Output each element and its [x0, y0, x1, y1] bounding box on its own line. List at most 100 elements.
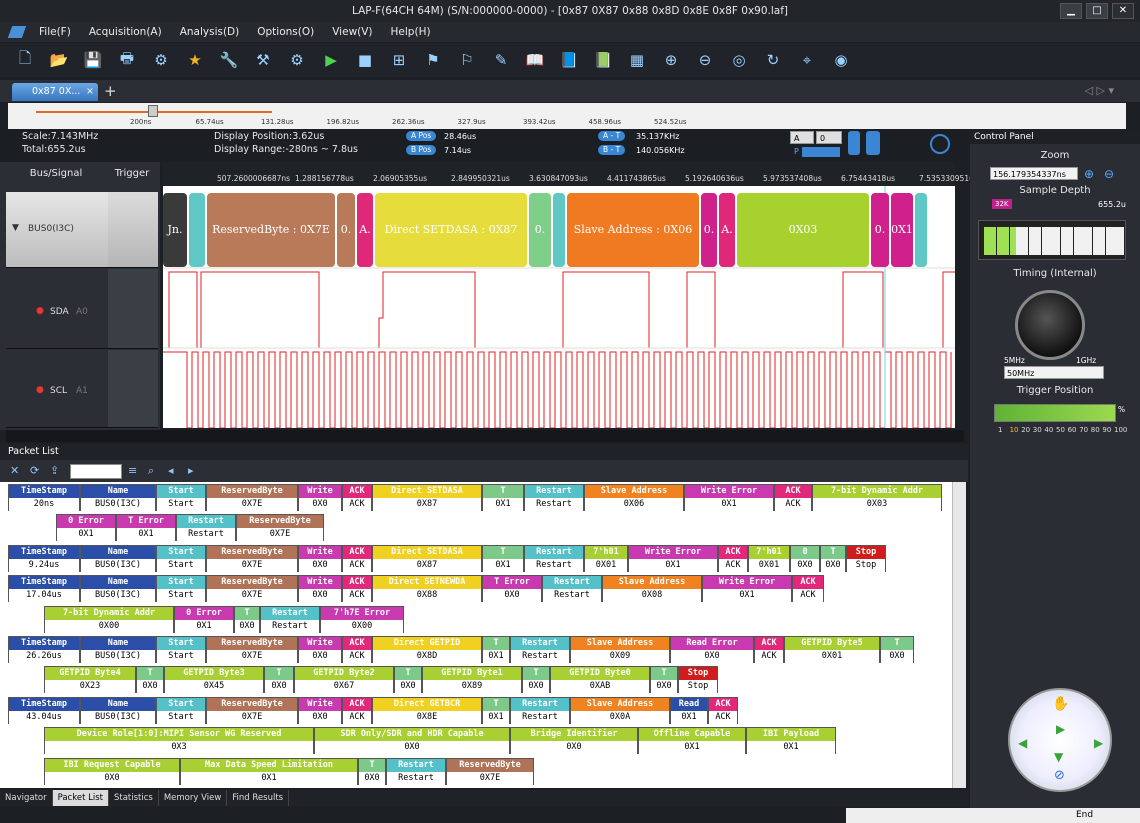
packet-cell[interactable]: Name BUS0(I3C) — [80, 696, 156, 724]
refresh-icon[interactable]: ↻ — [760, 47, 786, 73]
packet-cell[interactable]: T Error 0X0 — [482, 575, 542, 603]
packet-cell[interactable]: IBI Payload 0X1 — [746, 727, 836, 755]
packet-cell[interactable]: Restart Restart — [176, 514, 236, 542]
open-folder-icon[interactable]: 📂 — [46, 47, 72, 73]
packet-cell[interactable]: Restart Restart — [524, 544, 584, 572]
packet-cell[interactable]: 0 Error 0X1 — [174, 605, 234, 633]
decoded-segment[interactable]: 0X1 — [891, 193, 913, 267]
packet-cell[interactable]: 0 0X0 — [790, 544, 820, 572]
save-icon[interactable]: 💾 — [80, 47, 106, 73]
packet-cell[interactable]: Start Start — [156, 484, 206, 511]
packet-cell[interactable]: Bridge Identifier 0X0 — [510, 727, 638, 755]
packet-cell[interactable]: T 0X0 — [650, 666, 678, 694]
rate-knob[interactable] — [1015, 290, 1085, 360]
trigger-position-slider[interactable] — [994, 404, 1116, 422]
packet-cell[interactable]: Device Role[1:0]:MIPI Sensor WG Reserved… — [44, 727, 314, 755]
depth-marker[interactable]: 32K — [992, 199, 1012, 209]
stop-nav-icon[interactable]: ⊘ — [1054, 768, 1065, 783]
packet-cell[interactable]: Restart Restart — [542, 575, 602, 603]
packet-cell[interactable]: T Error 0X1 — [116, 514, 176, 542]
packet-cell[interactable]: GETPID Byte4 0X23 — [44, 666, 136, 694]
find-icon[interactable]: ⌕ — [148, 464, 162, 478]
packet-cell[interactable]: ACK ACK — [708, 696, 738, 724]
zoom-fit-icon[interactable]: ◎ — [726, 47, 752, 73]
zoom-in-icon[interactable]: ⊕ — [1084, 167, 1094, 181]
run-icon[interactable]: ▶ — [318, 47, 344, 73]
cursor-select[interactable]: A — [790, 131, 814, 144]
book-mark-icon[interactable]: 📘 — [556, 47, 582, 73]
sort-icon[interactable]: ≡ — [128, 464, 142, 478]
sda-trigger[interactable] — [108, 269, 158, 349]
zoom-in-icon[interactable]: ⊕ — [658, 47, 684, 73]
packet-cell[interactable]: ReservedByte 0X7E — [206, 575, 298, 603]
packet-cell[interactable]: Name BUS0(I3C) — [80, 544, 156, 572]
menu-help[interactable]: Help(H) — [382, 26, 440, 38]
packet-cell[interactable]: GETPID Byte1 0X89 — [422, 666, 522, 694]
ring-icon[interactable]: ◉ — [828, 47, 854, 73]
scl-trigger[interactable] — [108, 350, 158, 428]
packet-cell[interactable]: 7-bit Dynamic Addr 0X00 — [44, 605, 174, 633]
tab-find-results[interactable]: Find Results — [227, 790, 290, 806]
packet-cell[interactable]: 0 Error 0X1 — [56, 514, 116, 542]
packet-cell[interactable]: ACK ACK — [342, 484, 372, 511]
packet-cell[interactable]: T 0X0 — [820, 544, 846, 572]
packet-cell[interactable]: 7'h01 0X01 — [748, 544, 790, 572]
sample-depth-meter[interactable] — [978, 220, 1126, 260]
packet-cell[interactable]: GETPID Byte3 0X45 — [164, 666, 264, 694]
navigation-wheel[interactable]: ✋ ▶ ◀ ▶ ▼ ⊘ — [1008, 688, 1112, 792]
tab-navigator[interactable]: Navigator — [0, 790, 53, 806]
zoom-out-icon[interactable]: ⊖ — [1104, 167, 1114, 181]
packet-cell[interactable]: Write 0X0 — [298, 575, 342, 603]
export-icon[interactable]: ⇪ — [50, 464, 64, 478]
packet-cell[interactable]: Stop Stop — [846, 544, 886, 572]
packet-cell[interactable]: 7'h7E Error 0X00 — [320, 605, 404, 633]
packet-cell[interactable]: Restart Restart — [386, 757, 446, 785]
packet-cell[interactable]: GETPID Byte0 0XAB — [550, 666, 650, 694]
sda-row[interactable]: ● SDA A0 — [6, 269, 108, 349]
expand-icon[interactable]: ▼ — [12, 223, 19, 233]
overview-ruler[interactable]: 200ns 65.74us 131.28us 196.82us 262.36us 327.… — [8, 103, 1126, 129]
packet-cell[interactable]: Write Error 0X1 — [684, 484, 774, 511]
new-file-icon[interactable]: 🗋 — [12, 47, 38, 73]
packet-cell[interactable]: TimeStamp 9.24us — [8, 544, 80, 572]
packet-cell[interactable]: ReservedByte 0X7E — [236, 514, 324, 542]
packet-cell[interactable]: GETPID Byte5 0X01 — [784, 636, 880, 663]
packet-cell[interactable]: Direct GETPID 0X8D — [372, 636, 482, 663]
decoded-segment[interactable] — [915, 193, 927, 267]
packet-cell[interactable]: T 0X0 — [234, 605, 260, 633]
binary-icon[interactable]: ▦ — [624, 47, 650, 73]
cursor-marker-icon[interactable]: ⚐ — [454, 47, 480, 73]
tab-memory-view[interactable]: Memory View — [159, 790, 228, 806]
tab-statistics[interactable]: Statistics — [109, 790, 159, 806]
packet-cell[interactable]: Start Start — [156, 696, 206, 724]
packet-cell[interactable]: ReservedByte 0X7E — [206, 636, 298, 663]
packet-cell[interactable]: Write Error 0X1 — [628, 544, 718, 572]
brush-icon[interactable]: ✎ — [488, 47, 514, 73]
packet-cell[interactable]: Direct SETDASA 0X87 — [372, 544, 482, 572]
decoded-segment[interactable]: 0. — [337, 193, 355, 267]
decoded-segment[interactable]: ReservedByte : 0X7E — [207, 193, 335, 267]
packet-cell[interactable]: T 0X1 — [482, 544, 524, 572]
packet-cell[interactable]: Restart Restart — [260, 605, 320, 633]
decoded-segment[interactable]: 0X03 — [737, 193, 869, 267]
decoded-segment[interactable]: Jn. — [163, 193, 187, 267]
play-icon[interactable]: ▶ — [1056, 722, 1065, 736]
tab-packet-list[interactable]: Packet List — [52, 790, 109, 806]
zoom-out-icon[interactable]: ⊖ — [692, 47, 718, 73]
stop-icon[interactable]: ■ — [352, 47, 378, 73]
packet-cell[interactable]: Write 0X0 — [298, 696, 342, 724]
packet-scrollbar[interactable] — [952, 482, 966, 788]
packet-cell[interactable]: IBI Request Capable 0X0 — [44, 757, 180, 785]
packet-cell[interactable]: T 0X1 — [482, 696, 510, 724]
file-tab[interactable]: 0x87 0X... × — [12, 83, 98, 101]
packet-cell[interactable]: Start Start — [156, 575, 206, 603]
print-icon[interactable]: 🖶 — [114, 47, 140, 73]
cursor-index-select[interactable]: 0 — [816, 131, 842, 144]
decoded-segment[interactable] — [189, 193, 205, 267]
packet-search-input[interactable] — [70, 463, 122, 479]
close-button[interactable]: ✕ — [1112, 3, 1134, 19]
lock-icon[interactable] — [848, 131, 860, 155]
packet-cell[interactable]: GETPID Byte2 0X67 — [294, 666, 394, 694]
packet-cell[interactable]: T 0X0 — [358, 757, 386, 785]
packet-cell[interactable]: Restart Restart — [524, 484, 584, 511]
